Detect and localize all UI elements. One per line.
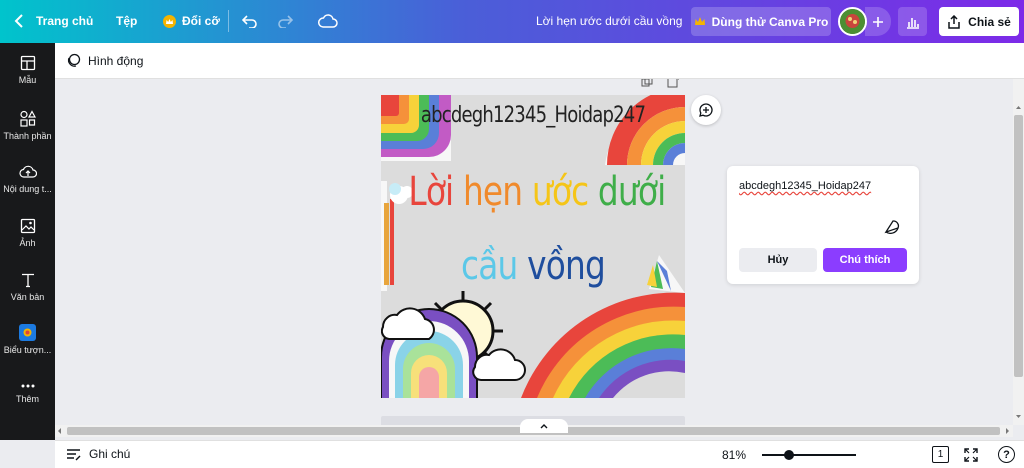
redo-icon[interactable] <box>275 12 295 30</box>
zoom-slider[interactable] <box>762 450 856 460</box>
upload-icon <box>18 165 37 178</box>
title-word: ước <box>531 169 589 215</box>
title-word: dưới <box>597 169 666 215</box>
sidebar-item-text[interactable]: Văn bản <box>0 272 55 302</box>
design-title-line-2[interactable]: cầu vồng <box>408 243 657 289</box>
vertical-scrollbar[interactable] <box>1013 79 1024 425</box>
comment-panel: abcdegh12345_Hoidap247 Hủy Chú thích <box>727 166 919 284</box>
text-icon <box>21 273 34 288</box>
title-word: vồng <box>527 243 606 289</box>
animate-icon <box>67 53 81 67</box>
emoji-sticker-icon[interactable] <box>883 218 901 236</box>
comment-add-icon <box>699 103 713 117</box>
sidebar-item-photos[interactable]: Ảnh <box>0 218 55 248</box>
cloud-save-icon[interactable] <box>317 12 339 30</box>
sidebar-item-elements[interactable]: Thành phần <box>0 110 55 141</box>
sidebar-item-logo-app[interactable]: Biểu tượn... <box>0 324 55 355</box>
share-label: Chia sẻ <box>968 14 1011 29</box>
document-title[interactable]: Lời hẹn ước dưới cầu vồng <box>536 14 682 28</box>
cancel-button[interactable]: Hủy <box>739 248 817 272</box>
crown-icon <box>163 14 176 28</box>
sidebar-item-label: Thêm <box>15 394 39 404</box>
scroll-up-icon <box>1016 106 1021 109</box>
vertical-scroll-thumb[interactable] <box>1014 115 1023 377</box>
sidebar-item-uploads[interactable]: Nội dung t... <box>0 164 55 194</box>
elements-icon <box>19 110 36 127</box>
title-word: hẹn <box>462 169 523 215</box>
design-page[interactable]: abcdegh12345_Hoidap247 Lời hẹn ước dưới … <box>381 95 685 398</box>
scroll-left-icon <box>58 428 61 434</box>
context-toolbar: Hình động <box>55 43 1024 79</box>
help-icon[interactable]: ? <box>998 446 1015 463</box>
resize-label: Đổi cỡ <box>182 14 220 28</box>
template-icon <box>20 55 35 71</box>
sidebar-item-label: Thành phần <box>3 131 52 141</box>
more-icon <box>21 384 34 388</box>
fullscreen-icon[interactable] <box>963 447 979 463</box>
add-comment-button[interactable] <box>691 95 721 125</box>
design-title-line-1[interactable]: Lời hẹn ước dưới <box>408 169 666 215</box>
top-bar: Trang chủ Tệp Đổi cỡ Lời hẹn ước dưới cầ… <box>0 0 1024 43</box>
try-pro-label: Dùng thử Canva Pro <box>711 14 829 29</box>
notes-label: Ghi chú <box>89 447 131 461</box>
sidebar-item-label: Biểu tượn... <box>3 345 52 355</box>
photo-icon <box>20 218 35 234</box>
scroll-down-icon <box>1016 415 1021 418</box>
bottom-bar: Ghi chú 81% 1 ? <box>55 440 1024 468</box>
add-page-icon[interactable] <box>667 79 680 88</box>
zoom-value[interactable]: 81% <box>722 448 746 462</box>
add-collaborator-button[interactable] <box>865 7 891 36</box>
share-button[interactable]: Chia sẻ <box>939 7 1019 36</box>
page-count-button[interactable]: 1 <box>932 446 949 463</box>
title-word: cầu <box>461 243 518 289</box>
notes-button[interactable]: Ghi chú <box>66 447 130 461</box>
undo-icon[interactable] <box>240 12 260 30</box>
file-menu[interactable]: Tệp <box>116 14 137 28</box>
plus-icon <box>873 16 883 27</box>
notes-icon <box>67 448 81 460</box>
scroll-right-icon <box>1006 428 1009 434</box>
logo-app-icon <box>19 324 36 341</box>
try-pro-button[interactable]: Dùng thử Canva Pro <box>691 7 831 36</box>
sidebar-item-label: Ảnh <box>19 238 36 248</box>
submit-comment-button[interactable]: Chú thích <box>823 248 907 272</box>
share-icon <box>948 14 960 29</box>
resize-button[interactable]: Đổi cỡ <box>163 14 220 28</box>
sidebar-item-label: Nội dung t... <box>3 184 52 194</box>
avatar[interactable] <box>838 7 867 36</box>
sidebar-item-label: Văn bản <box>10 292 45 302</box>
design-watermark-text[interactable]: abcdegh12345_Hoidap247 <box>408 103 657 128</box>
sidebar-item-label: Mẫu <box>18 75 37 85</box>
duplicate-page-icon[interactable] <box>641 79 653 88</box>
sidebar-item-templates[interactable]: Mẫu <box>0 55 55 85</box>
show-pages-toggle[interactable] <box>520 419 568 433</box>
sidebar-item-more[interactable]: Thêm <box>0 382 55 404</box>
comment-input[interactable]: abcdegh12345_Hoidap247 <box>739 180 871 192</box>
title-word: Lời <box>408 169 454 215</box>
chevron-up-icon <box>540 424 548 429</box>
back-chevron-icon[interactable] <box>10 12 28 30</box>
home-link[interactable]: Trang chủ <box>36 14 93 28</box>
insights-icon[interactable] <box>898 7 927 36</box>
crown-icon <box>694 15 706 29</box>
zoom-slider-thumb[interactable] <box>784 450 795 460</box>
horizontal-scrollbar[interactable] <box>55 419 1013 437</box>
animate-label: Hình động <box>88 53 144 68</box>
animate-button[interactable]: Hình động <box>66 53 143 68</box>
sidebar: Mẫu Thành phần Nội dung t... Ảnh Văn bản… <box>0 43 55 440</box>
divider <box>228 10 229 32</box>
